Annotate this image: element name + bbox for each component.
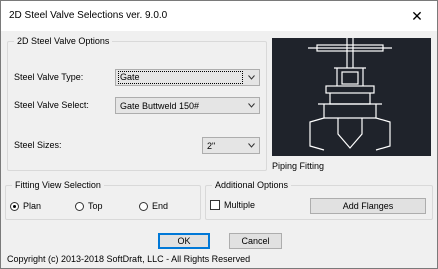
close-button[interactable]: ✕ — [397, 1, 437, 31]
multiple-checkbox[interactable]: Multiple — [210, 200, 255, 210]
dialog-window: 2D Steel Valve Selections ver. 9.0.0 ✕ 2… — [0, 0, 438, 269]
view-top-radio[interactable]: Top — [75, 201, 103, 211]
view-top-label: Top — [88, 201, 103, 211]
chevron-down-icon — [248, 75, 255, 80]
valve-type-label: Steel Valve Type: — [14, 72, 84, 82]
chevron-down-icon — [248, 103, 255, 108]
valve-select-value: Gate Buttweld 150# — [120, 101, 200, 111]
steel-sizes-label: Steel Sizes: — [14, 140, 62, 150]
radio-unselected-icon — [75, 201, 84, 211]
additional-options-group-label: Additional Options — [212, 180, 292, 190]
ok-button[interactable]: OK — [158, 233, 210, 249]
valve-type-value: Gate — [118, 71, 243, 84]
cancel-button[interactable]: Cancel — [229, 233, 282, 249]
valve-type-dropdown[interactable]: Gate — [115, 69, 260, 86]
chevron-down-icon — [248, 143, 255, 148]
radio-selected-icon — [10, 201, 19, 211]
view-plan-label: Plan — [23, 201, 42, 211]
radio-unselected-icon — [139, 201, 148, 211]
view-end-radio[interactable]: End — [139, 201, 168, 211]
fitting-preview — [272, 38, 431, 156]
add-flanges-button[interactable]: Add Flanges — [310, 198, 426, 214]
gate-valve-drawing — [308, 38, 392, 151]
preview-caption: Piping Fitting — [272, 161, 325, 171]
steel-sizes-value: 2" — [207, 141, 216, 151]
copyright-text: Copyright (c) 2013-2018 SoftDraft, LLC -… — [7, 254, 251, 264]
window-title: 2D Steel Valve Selections ver. 9.0.0 — [9, 10, 168, 21]
view-end-label: End — [152, 201, 169, 211]
checkbox-unchecked-icon — [210, 200, 220, 210]
valve-options-group-label: 2D Steel Valve Options — [14, 36, 113, 46]
valve-select-label: Steel Valve Select: — [14, 100, 89, 110]
steel-sizes-dropdown[interactable]: 2" — [202, 137, 260, 154]
multiple-label: Multiple — [224, 200, 256, 210]
view-plan-radio[interactable]: Plan — [10, 201, 41, 211]
title-bar[interactable]: 2D Steel Valve Selections ver. 9.0.0 ✕ — [1, 1, 437, 31]
valve-select-dropdown[interactable]: Gate Buttweld 150# — [115, 97, 260, 114]
fitting-view-group-label: Fitting View Selection — [12, 180, 104, 190]
